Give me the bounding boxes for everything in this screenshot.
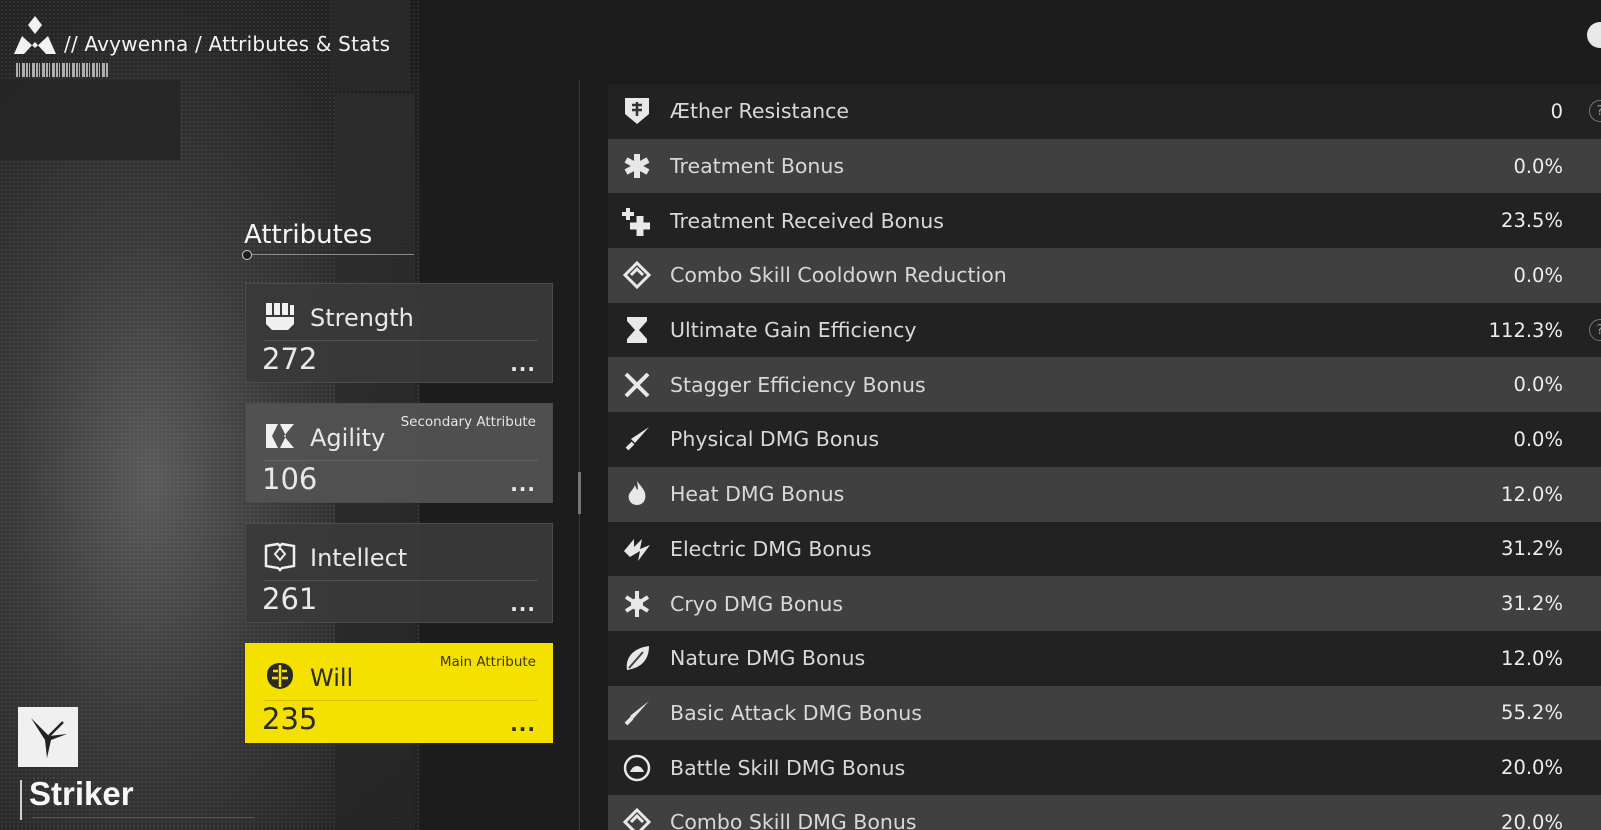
stat-label: Nature DMG Bonus <box>670 646 866 671</box>
stat-row-stagger-efficiency[interactable]: Stagger Efficiency Bonus 0.0% <box>608 357 1601 413</box>
hourglass-icon <box>622 315 652 345</box>
stat-row-cryo-dmg[interactable]: Cryo DMG Bonus 31.2% <box>608 576 1601 631</box>
stat-value: 0.0% <box>1513 263 1563 287</box>
attribute-card-strength[interactable]: Strength 272 ... <box>245 283 553 383</box>
more-button[interactable]: ... <box>510 352 536 376</box>
stat-value: 112.3% <box>1488 318 1563 342</box>
stat-label: Basic Attack DMG Bonus <box>670 700 922 725</box>
stat-label: Physical DMG Bonus <box>670 427 880 452</box>
striker-icon <box>31 718 67 758</box>
stat-label: Treatment Received Bonus <box>670 208 944 233</box>
asterisk-icon <box>622 151 652 181</box>
stat-row-nature-dmg[interactable]: Nature DMG Bonus 12.0% <box>608 630 1601 686</box>
panel-separator <box>579 80 580 830</box>
stat-label: Treatment Bonus <box>670 154 845 179</box>
stat-value: 55.2% <box>1501 701 1563 725</box>
attribute-value: 272 <box>262 342 318 376</box>
stat-row-treatment-received[interactable]: Treatment Received Bonus 23.5% <box>608 193 1601 249</box>
class-name: Striker <box>29 775 134 812</box>
attribute-name: Strength <box>310 304 414 332</box>
breadcrumb-text[interactable]: // Avywenna / Attributes & Stats <box>64 32 390 56</box>
attribute-value: 235 <box>262 702 318 736</box>
sword-icon <box>622 424 652 454</box>
stat-value: 0.0% <box>1513 427 1563 451</box>
stat-value: 31.2% <box>1501 592 1563 616</box>
more-button[interactable]: ... <box>510 592 536 616</box>
agility-icon <box>266 424 294 448</box>
class-badge <box>18 707 78 767</box>
fist-icon <box>266 303 294 330</box>
attribute-name: Intellect <box>310 544 408 572</box>
barcode-decoration <box>16 63 108 77</box>
more-button[interactable]: ... <box>510 712 536 736</box>
attribute-value: 106 <box>262 462 318 496</box>
stat-row-basic-attack-dmg[interactable]: Basic Attack DMG Bonus 55.2% <box>608 685 1601 741</box>
combo-cooldown-icon <box>622 260 652 290</box>
stat-label: Stagger Efficiency Bonus <box>670 372 926 397</box>
stat-row-ultimate-gain[interactable]: Ultimate Gain Efficiency 112.3% ? <box>608 302 1601 358</box>
class-bar <box>20 780 22 820</box>
attribute-name: Agility <box>310 424 386 452</box>
stat-row-battle-skill-dmg[interactable]: Battle Skill DMG Bonus 20.0% <box>608 740 1601 795</box>
attribute-card-agility[interactable]: Agility Secondary Attribute 106 ... <box>245 403 553 503</box>
plus-cross-icon <box>622 206 652 236</box>
more-button[interactable]: ... <box>510 472 536 496</box>
divider <box>264 460 538 461</box>
stat-label: Electric DMG Bonus <box>670 536 872 561</box>
attribute-card-intellect[interactable]: Intellect 261 ... <box>245 523 553 623</box>
stat-row-combo-cooldown[interactable]: Combo Skill Cooldown Reduction 0.0% <box>608 248 1601 303</box>
stat-row-combo-skill-dmg[interactable]: Combo Skill DMG Bonus 20.0% <box>608 794 1601 830</box>
stat-row-physical-dmg[interactable]: Physical DMG Bonus 0.0% <box>608 412 1601 467</box>
stat-label: Cryo DMG Bonus <box>670 591 844 616</box>
divider <box>264 580 538 581</box>
stat-value: 0.0% <box>1513 154 1563 178</box>
stats-list: Æther Resistance 0 ? Treatment Bonus 0.0… <box>608 84 1601 830</box>
shield-icon <box>622 96 652 126</box>
blade-icon <box>622 698 652 728</box>
panel-resize-handle[interactable] <box>578 472 581 514</box>
close-icon[interactable] <box>1587 22 1601 48</box>
divider <box>264 340 538 341</box>
attributes-underline <box>242 250 414 260</box>
book-icon <box>264 542 296 572</box>
decor-block <box>0 80 180 160</box>
flame-icon <box>622 479 652 509</box>
divider <box>264 700 538 701</box>
attribute-name: Will <box>310 664 354 692</box>
class-underline <box>32 817 254 818</box>
stat-value: 0.0% <box>1513 373 1563 397</box>
snowflake-icon <box>622 589 652 619</box>
stat-value: 0 <box>1550 99 1563 123</box>
breadcrumb: // Avywenna / Attributes & Stats <box>12 14 390 58</box>
stat-label: Ultimate Gain Efficiency <box>670 318 917 343</box>
stat-row-aether-resistance[interactable]: Æther Resistance 0 ? <box>608 84 1601 139</box>
stat-row-treatment-bonus[interactable]: Treatment Bonus 0.0% <box>608 138 1601 194</box>
brain-icon <box>267 663 293 689</box>
attributes-heading: Attributes <box>244 220 373 250</box>
stat-value: 20.0% <box>1501 756 1563 780</box>
stat-row-heat-dmg[interactable]: Heat DMG Bonus 12.0% <box>608 466 1601 522</box>
stat-label: Combo Skill Cooldown Reduction <box>670 263 1007 288</box>
stat-value: 31.2% <box>1501 537 1563 561</box>
stat-label: Battle Skill DMG Bonus <box>670 755 906 780</box>
secondary-attribute-tag: Secondary Attribute <box>400 414 536 430</box>
stat-value: 20.0% <box>1501 810 1563 830</box>
stat-row-electric-dmg[interactable]: Electric DMG Bonus 31.2% <box>608 521 1601 577</box>
crossed-swords-icon <box>622 370 652 400</box>
stat-value: 23.5% <box>1501 209 1563 233</box>
attribute-value: 261 <box>262 582 318 616</box>
stat-label: Æther Resistance <box>670 99 850 124</box>
game-logo-icon <box>14 16 56 54</box>
stat-label: Combo Skill DMG Bonus <box>670 810 917 830</box>
main-attribute-tag: Main Attribute <box>439 654 536 670</box>
combo-skill-icon <box>622 807 652 830</box>
lightning-icon <box>622 534 652 564</box>
attribute-card-will[interactable]: Will Main Attribute 235 ... <box>245 643 553 743</box>
stat-value: 12.0% <box>1501 646 1563 670</box>
leaf-icon <box>622 643 652 673</box>
stat-label: Heat DMG Bonus <box>670 482 845 507</box>
battle-skill-icon <box>622 753 652 783</box>
stat-value: 12.0% <box>1501 482 1563 506</box>
